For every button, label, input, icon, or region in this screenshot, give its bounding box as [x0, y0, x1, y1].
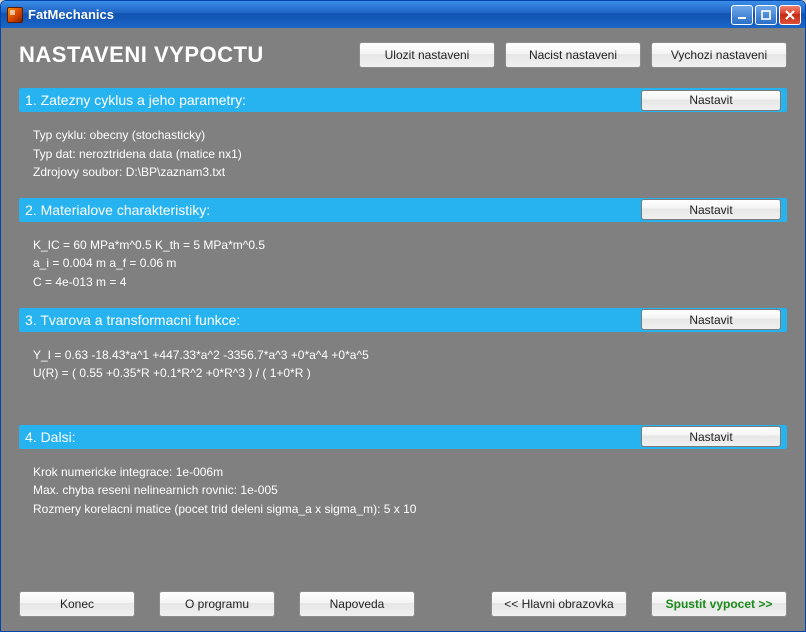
section-2-line: a_i = 0.004 m a_f = 0.06 m [33, 254, 773, 273]
minimize-button[interactable] [731, 5, 753, 25]
section-2-line: K_IC = 60 MPa*m^0.5 K_th = 5 MPa*m^0.5 [33, 236, 773, 255]
section-2-title: 2. Materialove charakteristiky: [25, 202, 633, 218]
default-settings-button[interactable]: Vychozi nastaveni [651, 42, 787, 68]
run-computation-button[interactable]: Spustit vypocet >> [651, 591, 787, 617]
section-2-header: 2. Materialove charakteristiky: Nastavit [19, 198, 787, 222]
section-1-line: Typ dat: neroztridena data (matice nx1) [33, 145, 773, 164]
end-button[interactable]: Konec [19, 591, 135, 617]
close-button[interactable] [779, 5, 801, 25]
help-button[interactable]: Napoveda [299, 591, 415, 617]
window-buttons [731, 5, 801, 25]
gap [19, 393, 787, 411]
section-4-line: Krok numericke integrace: 1e-006m [33, 463, 773, 482]
app-window: FatMechanics NASTAVENI VYPOCTU Ulozit na… [0, 0, 806, 632]
section-4-line: Max. chyba reseni nelinearnich rovnic: 1… [33, 481, 773, 500]
spacer [19, 529, 787, 577]
minimize-icon [737, 10, 747, 20]
section-4-title: 4. Dalsi: [25, 429, 633, 445]
section-3-body: Y_I = 0.63 -18.43*a^1 +447.33*a^2 -3356.… [19, 340, 787, 385]
section-3-title: 3. Tvarova a transformacni funkce: [25, 312, 633, 328]
section-3-header: 3. Tvarova a transformacni funkce: Nasta… [19, 308, 787, 332]
window-title: FatMechanics [28, 7, 731, 22]
bottom-row: Konec O programu Napoveda << Hlavni obra… [19, 591, 787, 617]
maximize-icon [761, 10, 771, 20]
section-3-configure-button[interactable]: Nastavit [641, 309, 781, 330]
section-4-configure-button[interactable]: Nastavit [641, 426, 781, 447]
save-settings-button[interactable]: Ulozit nastaveni [359, 42, 495, 68]
section-1-header: 1. Zatezny cyklus a jeho parametry: Nast… [19, 88, 787, 112]
section-1-title: 1. Zatezny cyklus a jeho parametry: [25, 92, 633, 108]
section-4-line: Rozmery korelacni matice (pocet trid del… [33, 500, 773, 519]
gap [439, 591, 467, 617]
header-row: NASTAVENI VYPOCTU Ulozit nastaveni Nacis… [19, 42, 787, 68]
section-2-body: K_IC = 60 MPa*m^0.5 K_th = 5 MPa*m^0.5 a… [19, 230, 787, 294]
section-1-line: Typ cyklu: obecny (stochasticky) [33, 126, 773, 145]
app-icon [7, 7, 23, 23]
maximize-button[interactable] [755, 5, 777, 25]
client-area: NASTAVENI VYPOCTU Ulozit nastaveni Nacis… [1, 28, 805, 631]
section-2-configure-button[interactable]: Nastavit [641, 199, 781, 220]
close-icon [785, 10, 795, 20]
about-button[interactable]: O programu [159, 591, 275, 617]
section-4-body: Krok numericke integrace: 1e-006m Max. c… [19, 457, 787, 521]
section-3-line: Y_I = 0.63 -18.43*a^1 +447.33*a^2 -3356.… [33, 346, 773, 365]
section-4-header: 4. Dalsi: Nastavit [19, 425, 787, 449]
load-settings-button[interactable]: Nacist nastaveni [505, 42, 641, 68]
titlebar: FatMechanics [1, 1, 805, 28]
section-1-configure-button[interactable]: Nastavit [641, 90, 781, 111]
section-3-line: U(R) = ( 0.55 +0.35*R +0.1*R^2 +0*R^3 ) … [33, 364, 773, 383]
section-2-line: C = 4e-013 m = 4 [33, 273, 773, 292]
section-1-line: Zdrojovy soubor: D:\BP\zaznam3.txt [33, 163, 773, 182]
section-1-body: Typ cyklu: obecny (stochasticky) Typ dat… [19, 120, 787, 184]
main-screen-button[interactable]: << Hlavni obrazovka [491, 591, 627, 617]
page-title: NASTAVENI VYPOCTU [19, 42, 349, 68]
